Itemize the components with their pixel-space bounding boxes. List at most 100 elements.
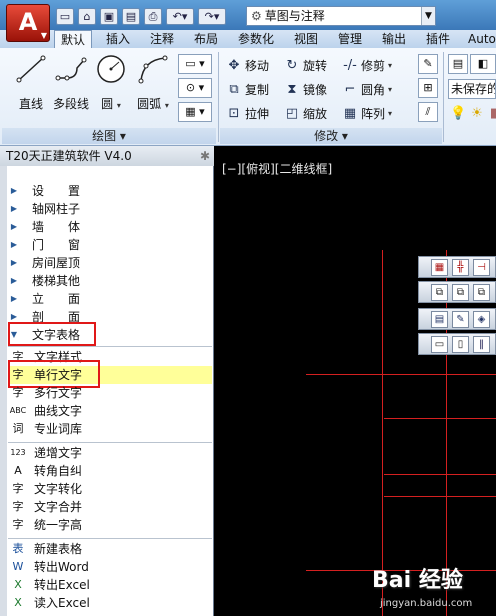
category-room-roof[interactable]: ▶ 房间屋顶 bbox=[8, 254, 80, 272]
save-icon[interactable]: ▣ bbox=[100, 7, 118, 25]
tab-view[interactable]: 视图 bbox=[294, 30, 318, 48]
draw-panel-title[interactable]: 绘图 ▾ bbox=[2, 128, 216, 144]
increment-text-icon: 123 bbox=[10, 448, 26, 457]
move-button[interactable]: ✥ 移动 bbox=[226, 56, 269, 76]
layer-bulb-icon[interactable]: 💡 ☀ ■ bbox=[450, 104, 496, 124]
group-icon[interactable]: ⧉ bbox=[452, 283, 469, 301]
layer-properties-icon[interactable]: ▤ bbox=[448, 54, 468, 74]
mirror-button[interactable]: ⧗ 镜像 bbox=[284, 80, 327, 100]
ellipse-icon[interactable]: ⊙ ▾ bbox=[178, 78, 212, 98]
tab-plugins[interactable]: 插件 bbox=[426, 30, 450, 48]
ribbon: 直线 多段线 圆 ▾ 圆弧 ▾ ▭ ▾ ⊙ ▾ ▦ ▾ 绘图 ▾ ✥ 移动 ↻ 旋转… bbox=[0, 48, 496, 146]
circle-button[interactable]: 圆 ▾ bbox=[92, 54, 130, 112]
rotate-icon: ↻ bbox=[286, 58, 298, 73]
viewport-controls[interactable]: [−][俯视][二维线框] bbox=[222, 160, 332, 177]
mirror-icon: ⧗ bbox=[287, 82, 297, 97]
tab-manage[interactable]: 管理 bbox=[338, 30, 362, 48]
new-icon[interactable]: ▭ bbox=[56, 7, 74, 25]
layers-icon[interactable]: ◈ bbox=[473, 310, 490, 328]
curve-text-item[interactable]: ABC 曲线文字 bbox=[8, 402, 212, 420]
new-table-icon: 表 bbox=[12, 542, 24, 555]
expand-arrow-icon: ▶ bbox=[10, 204, 18, 213]
tangent-palette: T20天正建筑软件 V4.0 ✱ ▶ 设 置 ▶ 轴网柱子 ▶ 墙 体 ▶ 门 窗 ▶ 房间… bbox=[0, 146, 214, 616]
category-stairs-other[interactable]: ▶ 楼梯其他 bbox=[8, 272, 80, 290]
edit-icon[interactable]: ✎ bbox=[452, 310, 469, 328]
tab-layout[interactable]: 布局 bbox=[194, 30, 218, 48]
increment-text-item[interactable]: 123 递增文字 bbox=[8, 444, 212, 462]
text-merge-item[interactable]: 字文字合并 bbox=[8, 498, 212, 516]
rectangle-icon[interactable]: ▭ ▾ bbox=[178, 54, 212, 74]
chevron-down-icon[interactable]: ▼ bbox=[421, 7, 435, 25]
tab-parametric[interactable]: 参数化 bbox=[238, 30, 274, 48]
screen-icon[interactable]: ▭ bbox=[431, 335, 448, 353]
tab-default[interactable]: 默认 bbox=[54, 30, 93, 48]
new-table-item[interactable]: 表新建表格 bbox=[8, 540, 212, 558]
hatch-icon[interactable]: ▦ ▾ bbox=[178, 102, 212, 122]
trim-icon: -/- bbox=[343, 58, 357, 73]
axis-line bbox=[384, 418, 496, 419]
term-library-item[interactable]: 词专业词库 bbox=[8, 420, 212, 438]
copy-button[interactable]: ⧉ 复制 bbox=[226, 80, 269, 100]
trim-button[interactable]: -/- 修剪 ▾ bbox=[342, 56, 392, 76]
palette-side-bar[interactable] bbox=[0, 166, 7, 616]
circle-icon bbox=[97, 55, 125, 83]
import-excel-item[interactable]: X 读入Excel bbox=[8, 594, 212, 612]
multiline-text-item[interactable]: 字多行文字 bbox=[8, 384, 212, 402]
undo-icon[interactable]: ↶▾ bbox=[166, 7, 194, 25]
modify-panel-title[interactable]: 修改 ▾ bbox=[220, 128, 442, 144]
explode-icon[interactable]: ⊞ bbox=[418, 78, 438, 98]
layer-copy-icon[interactable]: ⧉ bbox=[473, 283, 490, 301]
preview-icon[interactable]: ▯ bbox=[452, 335, 469, 353]
grid-icon[interactable]: ▦ bbox=[431, 258, 448, 276]
axis-icon[interactable]: ╬ bbox=[452, 258, 469, 276]
layer-icon[interactable]: ◧ bbox=[470, 54, 496, 74]
tab-output[interactable]: 输出 bbox=[382, 30, 406, 48]
category-settings[interactable]: ▶ 设 置 bbox=[8, 182, 80, 200]
array-button[interactable]: ▦ 阵列 ▾ bbox=[342, 104, 392, 124]
arc-button[interactable]: 圆弧 ▾ bbox=[134, 54, 172, 112]
application-menu-button[interactable]: A ▼ bbox=[6, 4, 50, 42]
rotate-button[interactable]: ↻ 旋转 bbox=[284, 56, 327, 76]
category-elevation[interactable]: ▶ 立 面 bbox=[8, 290, 80, 308]
tab-insert[interactable]: 插入 bbox=[106, 30, 130, 48]
panel-divider bbox=[443, 52, 444, 142]
unify-height-item[interactable]: 字统一字高 bbox=[8, 516, 212, 534]
unify-height-icon: 字 bbox=[12, 518, 24, 531]
stretch-button[interactable]: ⊡ 拉伸 bbox=[226, 104, 269, 124]
floating-toolbar-object: ⧉ ⧉ ⧉ bbox=[418, 281, 496, 303]
block-icon[interactable]: ⧉ bbox=[431, 283, 448, 301]
export-excel-item[interactable]: X 转出Excel bbox=[8, 576, 212, 594]
columns-icon[interactable]: ‖ bbox=[473, 335, 490, 353]
text-convert-icon: 字 bbox=[12, 482, 24, 495]
floating-toolbar-layer: ▤ ✎ ◈ bbox=[418, 308, 496, 330]
erase-icon[interactable]: ✎ bbox=[418, 54, 438, 74]
axis-line bbox=[384, 496, 496, 497]
print-icon[interactable]: ⎙ bbox=[144, 7, 162, 25]
redo-icon[interactable]: ↷▾ bbox=[198, 7, 226, 25]
floating-toolbar-grid: ▦ ╬ ⊣ bbox=[418, 256, 496, 278]
category-axis-column[interactable]: ▶ 轴网柱子 bbox=[8, 200, 80, 218]
open-icon[interactable]: ⌂ bbox=[78, 7, 96, 25]
tab-autodesk[interactable]: Auto bbox=[468, 30, 496, 48]
scale-button[interactable]: ◰ 缩放 bbox=[284, 104, 327, 124]
angle-correct-item[interactable]: A 转角自纠 bbox=[8, 462, 212, 480]
line-button[interactable]: 直线 bbox=[12, 54, 50, 112]
quick-access-toolbar: ▭ ⌂ ▣ ▤ ⎙ ↶▾ ↷▾ bbox=[56, 6, 226, 26]
layer-state-select[interactable]: 未保存的 bbox=[448, 79, 496, 99]
menu-icon[interactable]: ✱ bbox=[200, 146, 210, 166]
export-word-item[interactable]: W 转出Word bbox=[8, 558, 212, 576]
table-icon[interactable]: ▤ bbox=[431, 310, 448, 328]
category-wall[interactable]: ▶ 墙 体 bbox=[8, 218, 80, 236]
save-as-icon[interactable]: ▤ bbox=[122, 7, 140, 25]
category-door-window[interactable]: ▶ 门 窗 bbox=[8, 236, 80, 254]
polyline-button[interactable]: 多段线 bbox=[52, 54, 90, 112]
expand-arrow-icon: ▶ bbox=[10, 186, 18, 195]
text-convert-item[interactable]: 字文字转化 bbox=[8, 480, 212, 498]
workspace-select[interactable]: ⚙ 草图与注释 ▼ bbox=[246, 6, 436, 26]
arc-icon bbox=[138, 55, 168, 84]
offset-icon[interactable]: ⫽ bbox=[418, 102, 438, 122]
fillet-button[interactable]: ⌐ 圆角 ▾ bbox=[342, 80, 392, 100]
axis-line bbox=[306, 374, 496, 375]
tab-annotate[interactable]: 注释 bbox=[150, 30, 174, 48]
dimension-icon[interactable]: ⊣ bbox=[473, 258, 490, 276]
